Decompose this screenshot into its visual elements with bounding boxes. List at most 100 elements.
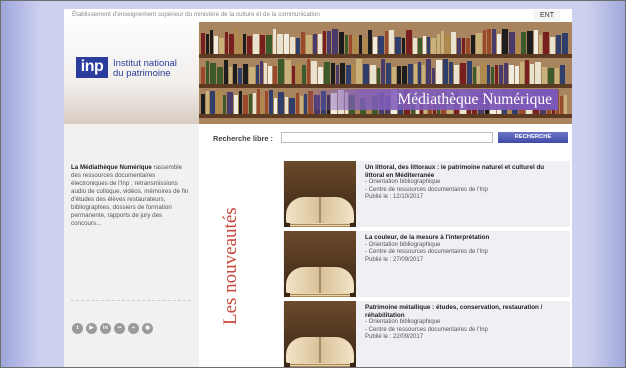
sidebar-intro-text: La Médiathèque Numérique rassemble des r…: [71, 164, 191, 228]
book-spine: [426, 59, 431, 84]
book-spine: [509, 32, 515, 54]
book-spine: [256, 65, 259, 84]
book-spine: [257, 89, 260, 114]
sidebar: La Médiathèque Numérique rassemble des r…: [64, 124, 199, 367]
book-spine: [504, 63, 508, 84]
book-spine: [243, 34, 246, 54]
book-spine: [206, 61, 209, 84]
book-spine: [235, 29, 238, 54]
book-spine: [318, 34, 322, 54]
open-book-image[interactable]: [284, 161, 356, 227]
youtube-icon[interactable]: ▶: [86, 323, 97, 334]
rss-icon[interactable]: ◉: [142, 323, 153, 334]
book-spine: [296, 93, 299, 114]
news-title[interactable]: Un littoral, des littoraux : le patrimoi…: [365, 164, 565, 179]
linkedin-icon[interactable]: in: [100, 323, 111, 334]
book-spine: [368, 30, 372, 54]
book-spine: [225, 32, 228, 54]
book-spine: [285, 97, 288, 114]
search-input[interactable]: [281, 132, 493, 143]
news-item[interactable]: La couleur, de la mesure à l'interprétat…: [283, 231, 570, 297]
logo-name[interactable]: Institut national du patrimoine: [113, 59, 177, 79]
book-spine: [418, 38, 422, 54]
book-spine: [481, 63, 486, 84]
book-spine: [311, 61, 317, 84]
search-button[interactable]: RECHERCHE: [498, 132, 568, 143]
book-spine: [278, 92, 284, 114]
book-spine: [487, 29, 491, 54]
book-spine: [418, 62, 421, 84]
book-spine: [385, 31, 388, 54]
book-spine: [265, 91, 268, 114]
news-title[interactable]: Patrimoine métallique : études, conserva…: [365, 304, 565, 319]
book-spine: [238, 68, 242, 84]
book-spine: [495, 65, 498, 84]
news-date: Publié le : 12/10/2017: [365, 194, 424, 200]
book-spine: [408, 64, 413, 84]
top-bar: Établissement d'enseignement supérieur d…: [64, 9, 572, 22]
book-spine: [224, 60, 228, 84]
book-spine: [313, 34, 317, 54]
book-spine: [273, 66, 277, 84]
book-spine: [340, 63, 345, 84]
book-spine: [525, 60, 529, 84]
book-spine: [386, 63, 391, 84]
book-spine: [491, 67, 494, 84]
book-spine: [395, 37, 401, 54]
book-spine: [346, 65, 351, 84]
book-spine: [214, 36, 218, 54]
book-spine: [457, 38, 461, 54]
news-source: - Centre de ressources documentaires de …: [365, 249, 488, 255]
book-spine: [296, 63, 301, 84]
header-banner: inp Institut national du patrimoine Médi…: [64, 22, 572, 124]
ent-link[interactable]: ENT: [534, 10, 560, 21]
search-label: Recherche libre :: [213, 134, 273, 143]
twitter-icon[interactable]: t: [72, 323, 83, 334]
book-spine: [460, 63, 466, 84]
shelf-board: [199, 114, 572, 118]
book-spine: [210, 91, 215, 114]
book-spine: [339, 32, 344, 54]
book-spine: [363, 64, 369, 84]
book-spine: [483, 30, 486, 54]
book-spine: [423, 36, 426, 54]
book-spine: [564, 95, 567, 114]
book-spine: [289, 98, 295, 114]
book-spine: [476, 33, 482, 54]
book-spine: [249, 67, 255, 84]
book-spine: [556, 35, 561, 54]
book-spine: [261, 96, 264, 114]
book-spine: [206, 91, 209, 114]
plus-icon[interactable]: +: [128, 323, 139, 334]
book-spine: [363, 38, 367, 54]
book-spine: [253, 93, 256, 114]
book-spine: [331, 63, 335, 84]
book-spine: [497, 34, 501, 54]
book-spine: [324, 62, 330, 84]
book-spine: [431, 38, 436, 54]
book-spine: [527, 31, 533, 54]
book-spine: [402, 38, 405, 54]
book-spine: [201, 33, 205, 54]
book-spine: [306, 35, 312, 54]
flickr-icon[interactable]: ••: [114, 323, 125, 334]
news-item[interactable]: Patrimoine métallique : études, conserva…: [283, 301, 570, 367]
open-book-graphic: [286, 197, 354, 223]
book-spine: [422, 65, 425, 84]
news-item[interactable]: Un littoral, des littoraux : le patrimoi…: [283, 161, 570, 227]
book-spine: [406, 30, 412, 54]
open-book-image[interactable]: [284, 301, 356, 367]
news-title[interactable]: La couleur, de la mesure à l'interprétat…: [365, 234, 565, 242]
book-spine: [560, 65, 565, 84]
open-book-graphic: [286, 267, 354, 293]
book-spine: [560, 96, 563, 114]
book-spine: [437, 34, 440, 54]
book-spine: [413, 38, 417, 54]
book-spine: [332, 29, 338, 54]
book-spine: [247, 36, 252, 54]
book-spine: [210, 30, 213, 54]
book-spine: [445, 35, 450, 54]
open-book-image[interactable]: [284, 231, 356, 297]
inp-logo[interactable]: inp: [76, 57, 108, 78]
news-body: Un littoral, des littoraux : le patrimoi…: [365, 164, 565, 202]
